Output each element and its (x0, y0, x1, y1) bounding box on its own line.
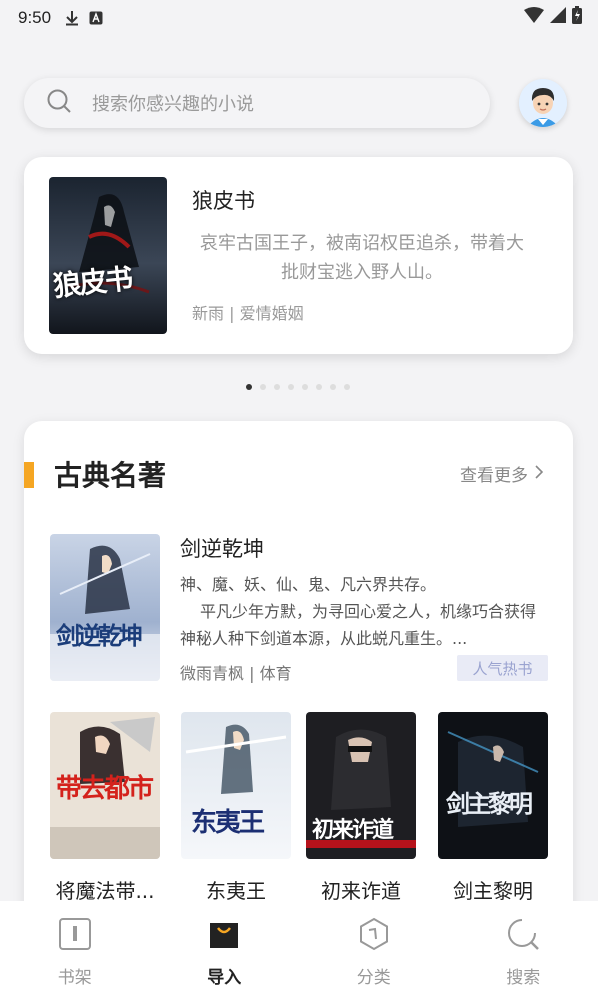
bookshelf-icon (58, 917, 92, 955)
banner-cover-title: 狼皮书 (51, 262, 133, 303)
see-more-label: 查看更多 (460, 466, 528, 486)
book-title: 东夷王 (206, 879, 266, 903)
featured-desc-line1: 神、魔、妖、仙、鬼、凡六界共存。 (180, 575, 437, 594)
book-cover: 带去都市 (50, 712, 160, 859)
carousel-dot[interactable] (288, 384, 294, 390)
nav-label: 分类 (356, 968, 391, 988)
section-title: 古典名著 (54, 459, 167, 492)
nav-item-search[interactable]: 搜索 (449, 901, 598, 998)
search-placeholder: 搜索你感兴趣的小说 (92, 94, 254, 115)
chevron-right-icon (534, 464, 544, 484)
book-cover-title: 东夷王 (191, 808, 265, 838)
book-cover-title: 初来诈道 (312, 817, 394, 843)
hot-book-badge: 人气热书 (457, 655, 548, 681)
banner-book-title: 狼皮书 (192, 189, 255, 213)
featured-book-title[interactable]: 剑逆乾坤 (180, 533, 264, 563)
book-title: 将魔法带... (55, 879, 155, 903)
nav-item-bookshelf[interactable]: 书架 (0, 901, 150, 998)
nav-item-category[interactable]: 分类 (299, 901, 449, 998)
book-item[interactable]: 初来诈道 初来诈道 (306, 712, 416, 904)
book-title: 初来诈道 (321, 879, 401, 903)
signal-icon (550, 7, 566, 27)
search-icon (506, 917, 540, 955)
import-bag-icon (207, 917, 241, 955)
book-cover: 初来诈道 (306, 712, 416, 859)
nav-label: 导入 (207, 968, 242, 988)
featured-book-cover[interactable]: 剑逆乾坤 (50, 534, 160, 681)
carousel-dot[interactable] (274, 384, 280, 390)
book-item[interactable]: 东夷王 东夷王 (181, 712, 291, 904)
book-cover-title: 带去都市 (56, 774, 154, 804)
carousel-dot[interactable] (344, 384, 350, 390)
carousel-dot[interactable] (316, 384, 322, 390)
book-item[interactable]: 带去都市 将魔法带... (50, 712, 160, 904)
carousel-dot[interactable] (302, 384, 308, 390)
book-cover-title: 剑主黎明 (446, 789, 533, 818)
battery-icon (572, 6, 582, 28)
bottom-navigation: 书架 导入 分类 搜索 (0, 901, 598, 998)
category-icon (357, 917, 391, 955)
download-icon (65, 10, 79, 26)
featured-book-meta: 微雨青枫 | 体育 (180, 664, 292, 683)
search-icon (46, 88, 72, 118)
book-title: 剑主黎明 (453, 879, 533, 903)
nav-item-import[interactable]: 导入 (150, 901, 300, 998)
carousel-dot[interactable] (260, 384, 266, 390)
carousel-indicator (246, 384, 350, 390)
section-accent-marker (24, 462, 34, 488)
featured-cover-title: 剑逆乾坤 (56, 621, 143, 650)
avatar[interactable] (519, 79, 567, 127)
nav-label: 搜索 (506, 968, 541, 988)
featured-book-description: 神、魔、妖、仙、鬼、凡六界共存。 平凡少年方默，为寻回心爱之人，机缘巧合获得神秘… (180, 571, 550, 652)
banner-book-meta: 新雨 | 爱情婚姻 (192, 304, 304, 323)
status-bar: 9:50 (0, 0, 598, 36)
book-item[interactable]: 剑主黎明 剑主黎明 (438, 712, 548, 904)
carousel-dot[interactable] (330, 384, 336, 390)
featured-desc-line2: 平凡少年方默，为寻回心爱之人，机缘巧合获得神秘人种下剑道本源，从此蜕凡重生。..… (180, 602, 537, 648)
featured-banner[interactable]: 狼皮书 狼皮书 哀牢古国王子，被南诏权臣追杀，带着大批财宝逃入野人山。 新雨 |… (24, 157, 573, 354)
book-cover: 剑主黎明 (438, 712, 548, 859)
nav-label: 书架 (57, 968, 92, 988)
carousel-dot[interactable] (246, 384, 252, 390)
banner-book-description: 哀牢古国王子，被南诏权臣追杀，带着大批财宝逃入野人山。 (200, 233, 524, 283)
app-notification-icon (89, 11, 103, 25)
status-time: 9:50 (18, 8, 52, 27)
see-more-link[interactable]: 查看更多 (460, 461, 544, 486)
search-bar[interactable]: 搜索你感兴趣的小说 (24, 78, 490, 128)
book-cover: 东夷王 (181, 712, 291, 859)
banner-book-cover: 狼皮书 (49, 177, 167, 334)
wifi-icon (524, 7, 544, 27)
